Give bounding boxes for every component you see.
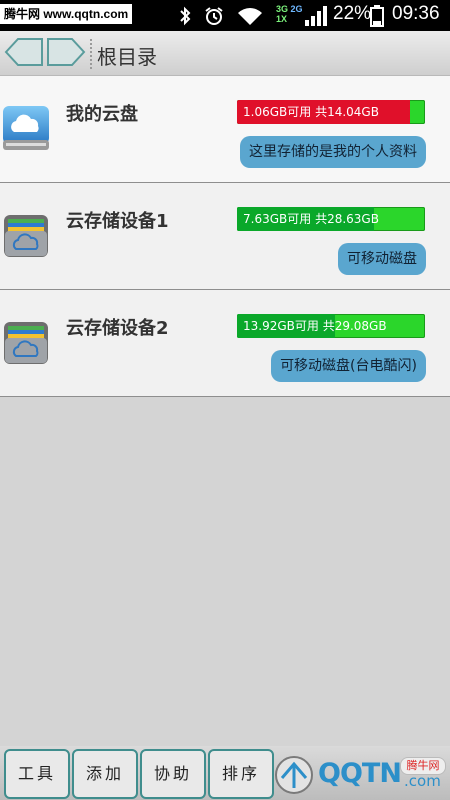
signal-icon: [305, 6, 327, 26]
wifi-icon: [238, 8, 262, 25]
capacity-text: 7.63GB可用 共28.63GB: [243, 212, 379, 226]
cloud-storage-icon: [4, 322, 48, 364]
add-button[interactable]: 添加: [72, 749, 138, 799]
storage-item-my-cloud[interactable]: 我的云盘 1.06GB可用 共14.04GB 这里存储的是我的个人资料: [0, 76, 450, 183]
status-bar: 腾牛网 www.qqtn.com 3G 2G 1X 22% 09:36: [0, 0, 450, 31]
back-button[interactable]: [4, 37, 44, 67]
capacity-bar: 7.63GB可用 共28.63GB: [237, 207, 425, 231]
storage-description: 可移动磁盘(台电酷闪): [271, 350, 426, 382]
storage-item-device-2[interactable]: 云存储设备2 13.92GB可用 共29.08GB 可移动磁盘(台电酷闪): [0, 290, 450, 397]
battery-percent: 22%: [333, 3, 372, 24]
cloud-drive-icon: [3, 106, 49, 150]
bluetooth-icon: [180, 6, 191, 26]
capacity-text: 1.06GB可用 共14.04GB: [243, 105, 379, 119]
network-indicator: 3G 2G 1X: [276, 4, 303, 24]
network-3g-label: 3G: [276, 4, 289, 14]
network-2g-label: 2G: [290, 4, 303, 14]
storage-description: 可移动磁盘: [338, 243, 426, 275]
storage-description: 这里存储的是我的个人资料: [240, 136, 426, 168]
network-1x-label: 1X: [276, 14, 288, 24]
capacity-text: 13.92GB可用 共29.08GB: [243, 319, 387, 333]
watermark-badge: 腾牛网: [400, 757, 446, 775]
clock: 09:36: [392, 3, 440, 24]
title-divider: [90, 39, 92, 69]
watermark-brand: QQTN: [318, 758, 402, 789]
assist-button[interactable]: 协助: [140, 749, 206, 799]
title-bar: 根目录: [0, 31, 450, 76]
sort-button[interactable]: 排序: [208, 749, 274, 799]
capacity-bar: 13.92GB可用 共29.08GB: [237, 314, 425, 338]
forward-button[interactable]: [46, 37, 86, 67]
storage-item-device-1[interactable]: 云存储设备1 7.63GB可用 共28.63GB 可移动磁盘: [0, 183, 450, 290]
cloud-storage-icon: [4, 215, 48, 257]
storage-name: 云存储设备2: [66, 318, 169, 339]
page-title: 根目录: [97, 45, 157, 69]
storage-list: 我的云盘 1.06GB可用 共14.04GB 这里存储的是我的个人资料 云存储设…: [0, 76, 450, 397]
storage-name: 我的云盘: [66, 104, 138, 125]
capacity-bar: 1.06GB可用 共14.04GB: [237, 100, 425, 124]
alarm-icon: [205, 7, 223, 25]
watermark-tag: 腾牛网 www.qqtn.com: [0, 4, 133, 24]
storage-name: 云存储设备1: [66, 211, 169, 232]
tools-button[interactable]: 工具: [4, 749, 70, 799]
battery-icon: [370, 5, 384, 27]
